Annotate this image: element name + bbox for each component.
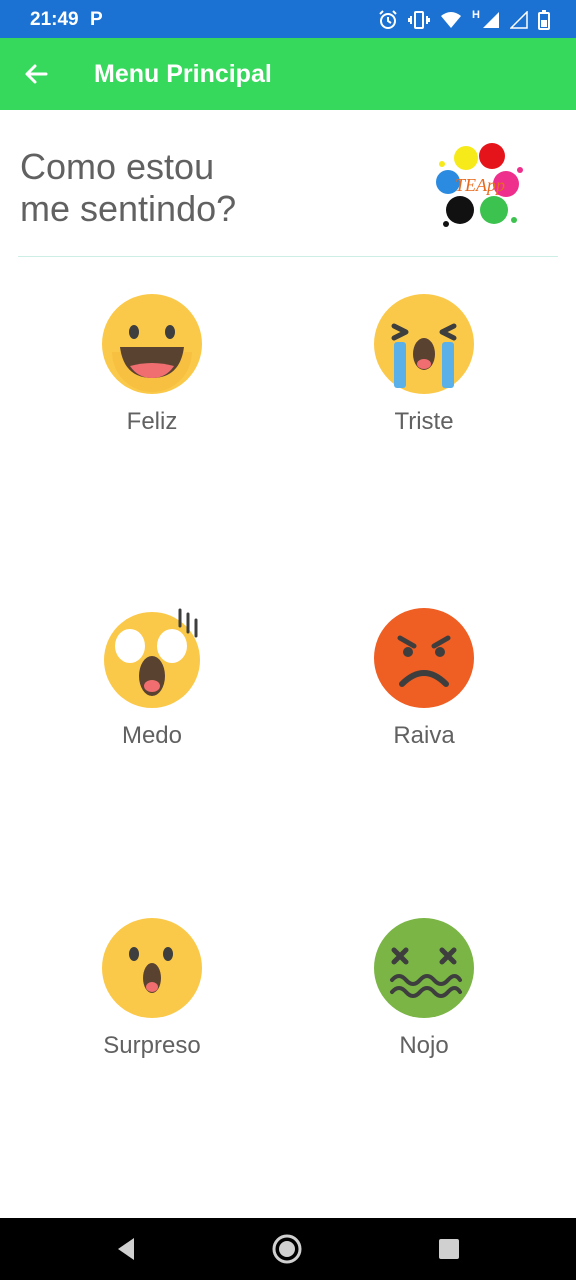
page-title-line-2: me sentindo? (20, 188, 237, 229)
battery-icon (538, 10, 550, 30)
emotion-label: Feliz (126, 408, 178, 435)
emotion-label: Medo (121, 722, 183, 749)
surprised-face-icon (102, 918, 202, 1018)
alarm-icon (379, 10, 397, 29)
wifi-icon (441, 12, 462, 28)
emotion-label: Nojo (399, 1032, 449, 1059)
status-time: 21:49 (30, 9, 79, 30)
network-type: H (472, 9, 480, 21)
signal-empty-icon (510, 11, 528, 29)
emotion-label: Triste (394, 408, 454, 435)
status-icons: H (378, 9, 550, 31)
status-bar: 21:49 P H (0, 0, 576, 38)
logo-text: TEApp (455, 175, 505, 195)
disgusted-face-icon (374, 918, 474, 1018)
page-title-line-1: Como estou (20, 146, 215, 187)
page-title: Como estou me sentindo? (20, 146, 320, 230)
vibrate-icon (408, 11, 431, 29)
emotion-card-raiva[interactable]: Raiva (314, 606, 534, 776)
emotion-card-nojo[interactable]: Nojo (314, 916, 534, 1086)
app-bar: Menu Principal (0, 38, 576, 110)
header-divider (18, 256, 558, 257)
signal-icon (483, 12, 499, 28)
happy-face-icon (102, 294, 202, 394)
emotion-label: Surpreso (103, 1032, 201, 1059)
emotion-label: Raiva (393, 722, 455, 749)
teapp-logo: TEApp (436, 143, 523, 227)
emotion-card-medo[interactable]: Medo (42, 606, 262, 776)
recents-square-icon[interactable] (438, 1238, 460, 1260)
back-triangle-icon[interactable] (114, 1234, 136, 1264)
emotion-card-triste[interactable]: Triste (314, 292, 534, 462)
home-circle-icon[interactable] (272, 1234, 302, 1264)
scared-face-icon (104, 608, 200, 708)
system-nav-bar (0, 1218, 576, 1280)
back-button[interactable] (20, 58, 52, 90)
emotion-card-surpreso[interactable]: Surpreso (42, 916, 262, 1086)
app-title: Menu Principal (94, 60, 272, 88)
arrow-left-icon (25, 64, 48, 84)
emotion-card-feliz[interactable]: Feliz (42, 292, 262, 462)
crying-face-icon (374, 294, 474, 394)
app-notification-icon: P (90, 9, 103, 30)
angry-face-icon (374, 608, 474, 708)
